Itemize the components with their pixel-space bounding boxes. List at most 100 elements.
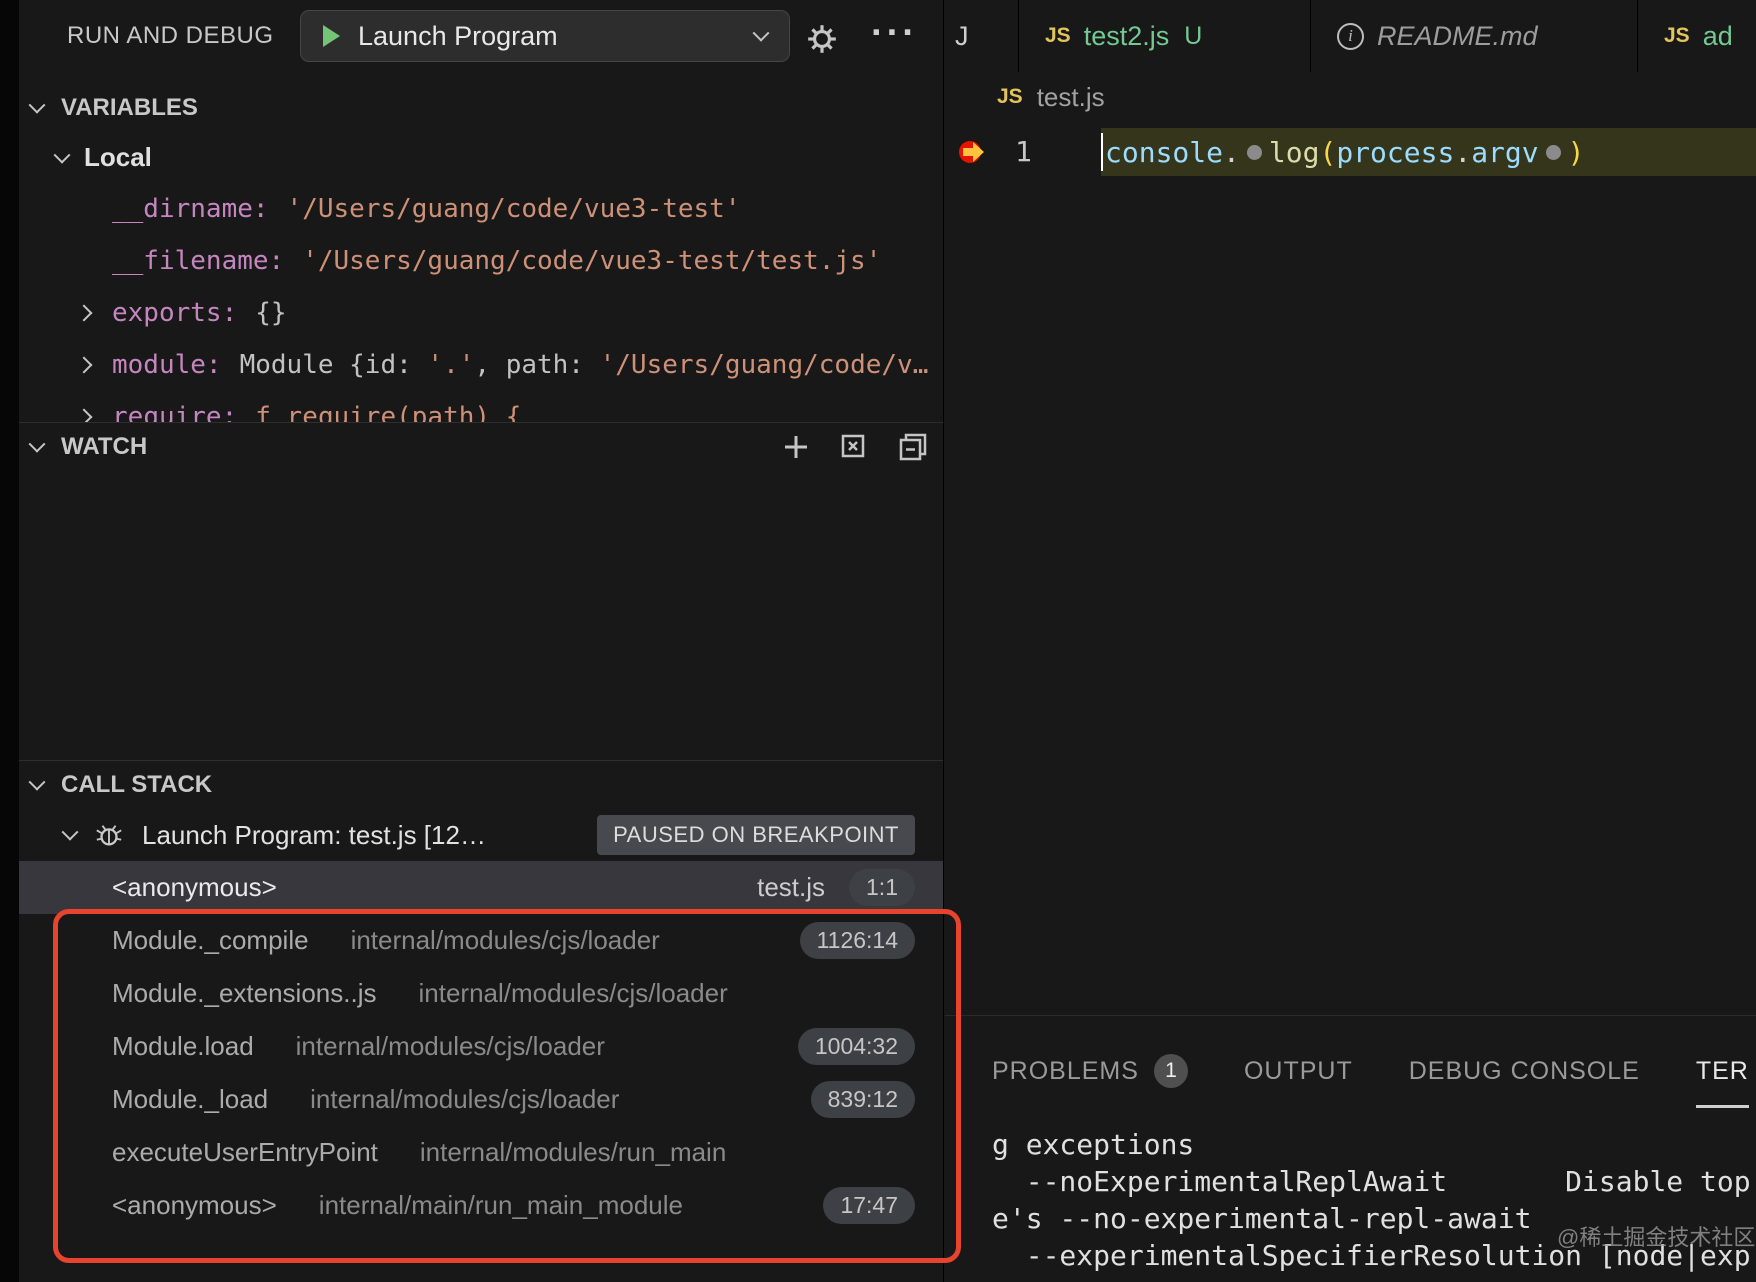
add-expression-icon[interactable] [781,432,811,462]
frame-position-badge: 1:1 [849,869,915,906]
collapse-all-icon[interactable] [897,431,929,463]
frame-position-badge: 1126:14 [799,922,915,959]
tab-label: test2.js [1083,20,1170,51]
debug-session-row[interactable]: Launch Program: test.js [12… PAUSED ON B… [19,809,943,861]
stack-frame-row[interactable]: executeUserEntryPoint internal/modules/ru… [19,1126,943,1179]
variable-row[interactable]: exports: {} [19,287,943,339]
code-token: log [1268,135,1320,169]
stack-frame-row[interactable]: Module._extensions..js internal/modules/c… [19,967,943,1020]
stack-frame-row[interactable]: <anonymous> test.js 1:1 [19,861,943,914]
info-icon: i [1337,22,1364,50]
variable-name: module: [112,350,222,380]
code-token: . [1454,135,1472,169]
call-stack-section-header[interactable]: CALL STACK [19,761,943,809]
chevron-right-icon[interactable] [75,408,93,422]
chevron-down-icon[interactable] [53,146,71,164]
chevron-down-icon[interactable] [61,823,79,841]
js-file-icon: JS [1664,24,1690,47]
session-label: Launch Program: test.js [12… [142,819,486,850]
paused-on-breakpoint-badge: PAUSED ON BREAKPOINT [597,815,915,855]
stack-frame-row[interactable]: Module.load internal/modules/cjs/loader 10… [19,1020,943,1073]
variable-row[interactable]: module: Module {id: '.', path: '/Users/gu… [19,339,943,391]
call-stack-header-label: CALL STACK [61,771,213,798]
code-token: ) [1567,135,1585,169]
editor-tab-ad[interactable]: JS ad [1638,0,1756,72]
git-status-badge: U [1184,21,1203,50]
debug-session-bug-icon [96,825,122,846]
frame-name: Module._load [112,1084,269,1114]
frame-name: Module.load [112,1031,254,1061]
stack-frame-row[interactable]: <anonymous> internal/main/run_main_module… [19,1179,943,1232]
code-line-1-row: 1 console. log(process. argv) [945,128,1756,176]
panel-tab-ter[interactable]: TER [1696,1034,1749,1108]
chevron-right-icon[interactable] [75,356,93,374]
gear-icon[interactable] [805,22,839,61]
variable-row[interactable]: __dirname: '/Users/guang/code/vue3-test' [19,183,943,235]
launch-config-label: Launch Program [358,20,558,51]
variable-row[interactable]: require: ƒ require(path) { [19,391,943,423]
call-stack-frames: <anonymous> test.js 1:1 Module._compile inte… [19,861,943,1232]
panel-tab-problems[interactable]: PROBLEMS 1 [992,1034,1188,1108]
editor-tab-test2-js[interactable]: JS test2.js U [1019,0,1311,72]
frame-name: Module._extensions..js [112,978,377,1008]
launch-config-dropdown[interactable]: Launch Program [300,10,790,62]
panel-tab-label: DEBUG CONSOLE [1408,1056,1640,1085]
chevron-down-icon[interactable] [28,96,46,114]
start-debug-icon[interactable] [323,25,340,47]
panel-tab-output[interactable]: OUTPUT [1244,1034,1353,1108]
terminal-line: --noExperimentalReplAwait Disable top [992,1165,1751,1198]
variables-list: __dirname: '/Users/guang/code/vue3-test' _… [19,183,943,423]
frame-position-badge: 1004:32 [797,1028,915,1065]
run-and-debug-sidebar: RUN AND DEBUG Launch Program ··· VARIABL… [19,0,944,1282]
chevron-down-icon[interactable] [28,435,46,453]
chevron-right-icon[interactable] [75,304,93,322]
more-actions-icon[interactable]: ··· [871,12,918,55]
tab-label: README.md [1377,20,1538,51]
breadcrumb-file[interactable]: test.js [1037,82,1105,113]
scope-local-row[interactable]: Local [19,132,943,183]
frame-source: internal/modules/run_main [419,1137,727,1167]
variable-row[interactable]: __filename: '/Users/guang/code/vue3-test/… [19,235,943,287]
variable-value: Module {id: '.', path: '/Users/guang/cod… [239,350,929,380]
frame-name: executeUserEntryPoint [112,1137,378,1167]
activity-bar-edge [0,0,19,1282]
line-number: 1 [1015,135,1032,168]
chevron-down-icon [752,24,770,42]
variable-name: __filename: [112,246,285,276]
chevron-down-icon[interactable] [28,773,46,791]
editor-tab-readme-md[interactable]: i README.md [1311,0,1638,72]
frame-source: test.js [757,872,826,902]
variables-section-header[interactable]: VARIABLES [19,84,943,132]
frame-source: internal/main/run_main_module [318,1190,683,1220]
stack-frame-row[interactable]: Module._compile internal/modules/cjs/load… [19,914,943,967]
breadcrumb: JS test.js [945,72,1756,122]
frame-name: <anonymous> [112,1190,277,1220]
call-stack-section: CALL STACK Launch Program: test.js [12… … [19,761,943,1282]
stack-frame-row[interactable]: Module._load internal/modules/cjs/loader 8… [19,1073,943,1126]
variables-header-label: VARIABLES [61,94,198,121]
editor-code-line[interactable]: console. log(process. argv) [1105,128,1584,176]
editor-tab-bar: J JS test2.js Ui README.md JS ad [945,0,1756,72]
frame-name: Module._compile [112,925,309,955]
breakpoint-paused-icon[interactable] [955,134,991,175]
editor-tab-j[interactable]: J [945,0,1019,72]
frame-name: <anonymous> [112,872,277,902]
inline-breakpoint-dot-icon[interactable] [1246,144,1262,160]
js-file-icon: JS [1045,24,1071,47]
text-cursor [1101,133,1103,171]
problems-count-badge: 1 [1153,1054,1188,1088]
inline-breakpoint-dot-icon[interactable] [1545,144,1561,160]
scope-label: Local [84,142,152,172]
remove-all-watch-icon[interactable] [838,431,870,463]
panel-tab-debug-console[interactable]: DEBUG CONSOLE [1409,1034,1640,1108]
watch-section-header[interactable]: WATCH [19,423,943,471]
watch-section: WATCH [19,423,943,761]
frame-source: internal/modules/cjs/loader [295,1031,605,1061]
frame-source: internal/modules/cjs/loader [418,978,728,1008]
tab-label: J [955,20,969,51]
tab-label: ad [1702,20,1733,51]
variable-value: {} [255,298,287,328]
variables-section: VARIABLES Local __dirname: '/Users/guang/… [19,84,943,423]
variable-name: require: [112,402,238,423]
watermark-text: @稀土掘金技术社区 [1557,1225,1756,1250]
